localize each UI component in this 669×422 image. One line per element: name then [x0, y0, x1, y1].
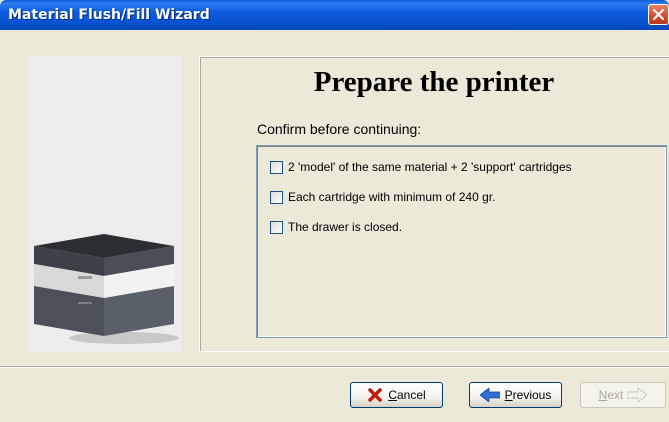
title-bar[interactable]: Material Flush/Fill Wizard	[0, 0, 669, 30]
printer-image	[34, 234, 179, 344]
checkbox[interactable]	[270, 220, 283, 234]
previous-label: revious	[512, 388, 552, 402]
next-button[interactable]: Next	[580, 382, 666, 408]
footer-separator	[0, 366, 669, 368]
checklist-item-label: 2 'model' of the same material + 2 'supp…	[288, 160, 572, 174]
checklist-item-drawer[interactable]: The drawer is closed.	[270, 219, 402, 235]
wizard-image-panel	[28, 56, 182, 352]
page-title: Prepare the printer	[313, 66, 555, 98]
arrow-left-icon	[479, 388, 500, 402]
checklist-item-label: Each cartridge with minimum of 240 gr.	[288, 190, 496, 204]
window-title: Material Flush/Fill Wizard	[8, 7, 210, 23]
checkbox[interactable]	[270, 190, 283, 204]
checklist-item-weight[interactable]: Each cartridge with minimum of 240 gr.	[270, 189, 495, 205]
confirm-label: Confirm before continuing:	[257, 121, 422, 137]
checklist-item-cartridges[interactable]: 2 'model' of the same material + 2 'supp…	[270, 159, 572, 175]
cancel-label: ancel	[396, 388, 426, 402]
close-button[interactable]	[648, 4, 669, 25]
arrow-right-icon	[627, 388, 648, 402]
checklist-item-label: The drawer is closed.	[288, 220, 403, 234]
cancel-button[interactable]: Cancel	[350, 382, 443, 408]
next-label: ext	[607, 388, 624, 402]
checkbox[interactable]	[270, 160, 283, 174]
cancel-mnemonic: C	[388, 388, 397, 402]
previous-button[interactable]: Previous	[469, 382, 562, 408]
next-mnemonic: N	[598, 388, 608, 402]
close-icon	[652, 8, 665, 21]
cancel-x-icon	[368, 388, 383, 402]
previous-mnemonic: P	[504, 388, 513, 402]
